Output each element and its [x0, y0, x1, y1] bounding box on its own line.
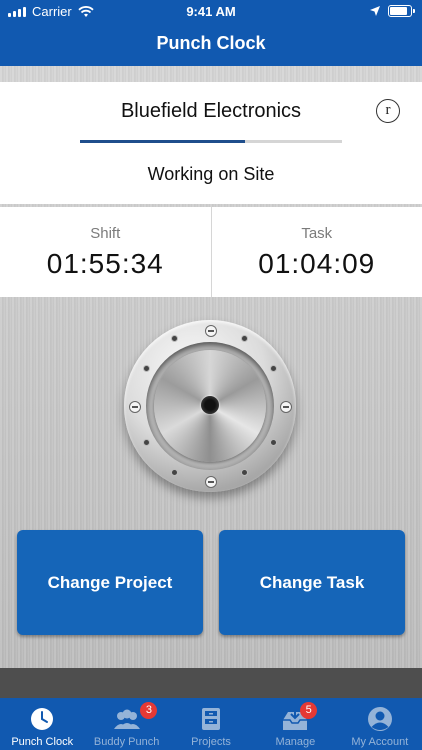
screw-icon [172, 470, 177, 475]
status-time: 9:41 AM [186, 4, 236, 19]
manage-badge: 5 [300, 702, 318, 719]
tab-buddy-punch[interactable]: 3 Buddy Punch [84, 698, 168, 750]
tab-my-account[interactable]: My Account [338, 698, 422, 750]
bolt-icon [205, 325, 217, 337]
screw-icon [271, 366, 276, 371]
punch-dial-button[interactable] [124, 320, 296, 492]
battery-icon [388, 5, 415, 17]
task-label: Task [301, 225, 333, 242]
progress-fill [80, 140, 246, 143]
dial-center-hole [201, 396, 219, 414]
clock-icon [31, 708, 54, 730]
buddy-punch-badge: 3 [140, 702, 158, 719]
tab-label: Projects [191, 736, 231, 748]
tab-label: Buddy Punch [93, 736, 160, 748]
company-name: Bluefield Electronics [120, 100, 302, 122]
tab-bar: Punch Clock 3 Buddy Punch Projects 5 Man… [0, 698, 422, 750]
screw-icon [242, 336, 247, 341]
tab-label: My Account [351, 736, 409, 748]
change-task-button[interactable]: Change Task [219, 530, 405, 635]
tab-punch-clock[interactable]: Punch Clock [0, 698, 84, 750]
group-icon [113, 709, 140, 729]
tab-projects[interactable]: Projects [169, 698, 253, 750]
bolt-icon [205, 476, 217, 488]
screw-icon [144, 366, 149, 371]
screw-icon [172, 336, 177, 341]
page-title: Punch Clock [156, 33, 266, 53]
location-arrow-icon [370, 6, 380, 16]
change-project-button[interactable]: Change Project [17, 530, 203, 635]
company-card: Bluefield Electronics Working on Site [0, 82, 422, 204]
work-status: Working on Site [147, 164, 275, 184]
progress-bar [80, 140, 342, 143]
screw-icon [271, 440, 276, 445]
screw-icon [242, 470, 247, 475]
info-r-icon[interactable]: r [376, 99, 400, 123]
tab-label: Punch Clock [11, 736, 74, 748]
tab-manage[interactable]: 5 Manage [253, 698, 337, 750]
cabinet-icon [202, 708, 221, 730]
bolt-icon [129, 401, 141, 413]
task-timer: Task 01:04:09 [210, 207, 422, 297]
screw-icon [144, 440, 149, 445]
shift-label: Shift [90, 225, 121, 242]
shift-value: 01:55:34 [46, 248, 164, 279]
shift-timer: Shift 01:55:34 [0, 207, 211, 297]
bolt-icon [280, 401, 292, 413]
status-bar: Carrier 9:41 AM [0, 0, 422, 24]
timers-panel: Shift 01:55:34 Task 01:04:09 [0, 207, 422, 297]
user-icon [367, 707, 392, 731]
bottom-strip [0, 668, 422, 698]
nav-bar: Punch Clock [0, 24, 422, 66]
task-value: 01:04:09 [258, 248, 376, 279]
tab-label: Manage [275, 736, 316, 748]
